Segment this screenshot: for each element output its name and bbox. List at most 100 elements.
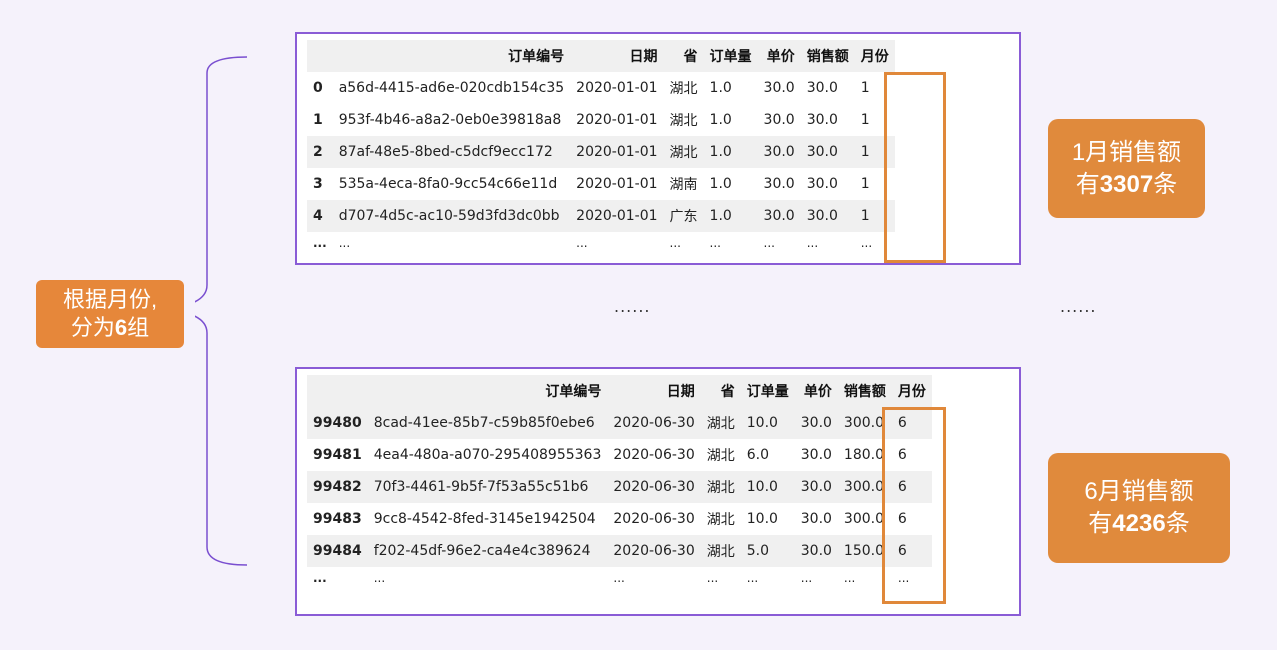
date-cell: 2020-06-30: [607, 503, 701, 535]
price-cell: 30.0: [794, 439, 838, 471]
col-header-month: 月份: [891, 375, 932, 407]
ellipsis-cell: ...: [307, 232, 333, 254]
province-cell: 湖南: [663, 168, 704, 200]
row-index: 4: [307, 200, 333, 232]
col-header-sales: 销售额: [837, 375, 892, 407]
col-header-qty: 订单量: [740, 375, 795, 407]
date-cell: 2020-06-30: [607, 439, 701, 471]
ellipsis-cell: ...: [800, 232, 855, 254]
province-cell: 湖北: [700, 503, 741, 535]
table-row: 99483 9cc8-4542-8fed-3145e1942504 2020-0…: [307, 503, 932, 535]
jun-callout-line2: 有4236条: [1088, 510, 1190, 537]
date-cell: 2020-01-01: [570, 136, 664, 168]
col-header-order-id: 订单编号: [367, 375, 608, 407]
date-cell: 2020-01-01: [570, 72, 664, 104]
qty-cell: 1.0: [703, 136, 758, 168]
row-index: 99482: [307, 471, 368, 503]
jan-callout-line1: 1月销售额: [1071, 138, 1182, 166]
qty-cell: 1.0: [703, 104, 758, 136]
ellipsis-cell: ...: [307, 567, 368, 589]
table-row: 99480 8cad-41ee-85b7-c59b85f0ebe6 2020-0…: [307, 407, 932, 439]
june-dataframe: 订单编号 日期 省 订单量 单价 销售额 月份 99480 8cad-41ee-…: [307, 375, 932, 589]
order-id-cell: 70f3-4461-9b5f-7f53a55c51b6: [367, 471, 608, 503]
sales-column-highlight-bottom: [882, 407, 946, 604]
table-ellipsis-row: ... ... ... ... ... ... ... ...: [307, 567, 932, 589]
table-row: 3 535a-4eca-8fa0-9cc54c66e11d 2020-01-01…: [307, 168, 895, 200]
price-cell: 30.0: [794, 407, 838, 439]
row-index: 99480: [307, 407, 368, 439]
january-count-callout: 1月销售额 有3307条: [1048, 119, 1205, 218]
index-header: [307, 375, 368, 407]
province-cell: 湖北: [700, 407, 741, 439]
price-cell: 30.0: [794, 503, 838, 535]
qty-cell: 1.0: [703, 168, 758, 200]
ellipsis-cell: ...: [332, 232, 571, 254]
qty-cell: 1.0: [703, 200, 758, 232]
ellipsis-cell: ...: [607, 567, 701, 589]
row-index: 0: [307, 72, 333, 104]
order-id-cell: f202-45df-96e2-ca4e4c389624: [367, 535, 608, 567]
col-header-province: 省: [663, 40, 704, 72]
row-index: 99483: [307, 503, 368, 535]
ellipsis-cell: ...: [757, 232, 801, 254]
table-header-row: 订单编号 日期 省 订单量 单价 销售额 月份: [307, 40, 895, 72]
ellipsis-cell: ...: [570, 232, 664, 254]
group-callout-line1: 根据月份,: [62, 287, 158, 312]
date-cell: 2020-06-30: [607, 471, 701, 503]
col-header-price: 单价: [794, 375, 838, 407]
ellipsis-cell: ...: [700, 567, 741, 589]
price-cell: 30.0: [757, 104, 801, 136]
row-index: 99484: [307, 535, 368, 567]
omitted-groups-dots: ......: [614, 297, 651, 316]
qty-cell: 10.0: [740, 471, 795, 503]
order-id-cell: 953f-4b46-a8a2-0eb0e39818a8: [332, 104, 571, 136]
table-row: 99482 70f3-4461-9b5f-7f53a55c51b6 2020-0…: [307, 471, 932, 503]
sales-cell: 30.0: [800, 200, 855, 232]
order-id-cell: 9cc8-4542-8fed-3145e1942504: [367, 503, 608, 535]
table-row: 2 87af-48e5-8bed-c5dcf9ecc172 2020-01-01…: [307, 136, 895, 168]
jan-callout-line2: 有3307条: [1075, 170, 1178, 198]
price-cell: 30.0: [757, 168, 801, 200]
price-cell: 30.0: [794, 535, 838, 567]
date-cell: 2020-01-01: [570, 200, 664, 232]
order-id-cell: 535a-4eca-8fa0-9cc54c66e11d: [332, 168, 571, 200]
row-index: 1: [307, 104, 333, 136]
ellipsis-cell: ...: [740, 567, 795, 589]
sales-cell: 30.0: [800, 136, 855, 168]
province-cell: 湖北: [700, 471, 741, 503]
date-cell: 2020-06-30: [607, 535, 701, 567]
province-cell: 湖北: [663, 104, 704, 136]
price-cell: 30.0: [757, 200, 801, 232]
col-header-qty: 订单量: [703, 40, 758, 72]
row-index: 3: [307, 168, 333, 200]
sales-column-highlight-top: [884, 72, 946, 263]
order-id-cell: 87af-48e5-8bed-c5dcf9ecc172: [332, 136, 571, 168]
ellipsis-cell: ...: [367, 567, 608, 589]
group-count-callout: 根据月份, 分为6组: [36, 280, 184, 348]
jun-callout-line1: 6月销售额: [1084, 478, 1194, 505]
order-id-cell: 8cad-41ee-85b7-c59b85f0ebe6: [367, 407, 608, 439]
province-cell: 湖北: [700, 535, 741, 567]
price-cell: 30.0: [757, 136, 801, 168]
col-header-date: 日期: [570, 40, 664, 72]
order-id-cell: d707-4d5c-ac10-59d3fd3dc0bb: [332, 200, 571, 232]
june-count-callout: 6月销售额 有4236条: [1048, 453, 1230, 563]
province-cell: 湖北: [700, 439, 741, 471]
omitted-callouts-dots: ......: [1060, 297, 1097, 316]
order-id-cell: 4ea4-480a-a070-295408955363: [367, 439, 608, 471]
table-row: 0 a56d-4415-ad6e-020cdb154c35 2020-01-01…: [307, 72, 895, 104]
sales-cell: 30.0: [800, 168, 855, 200]
group-callout-line2: 分为6组: [70, 315, 150, 340]
table-ellipsis-row: ... ... ... ... ... ... ... ...: [307, 232, 895, 254]
sales-cell: 30.0: [800, 104, 855, 136]
ellipsis-cell: ...: [663, 232, 704, 254]
col-header-date: 日期: [607, 375, 701, 407]
col-header-order-id: 订单编号: [332, 40, 571, 72]
province-cell: 广东: [663, 200, 704, 232]
table-row: 99484 f202-45df-96e2-ca4e4c389624 2020-0…: [307, 535, 932, 567]
qty-cell: 6.0: [740, 439, 795, 471]
index-header: [307, 40, 333, 72]
table-row: 4 d707-4d5c-ac10-59d3fd3dc0bb 2020-01-01…: [307, 200, 895, 232]
col-header-month: 月份: [854, 40, 895, 72]
province-cell: 湖北: [663, 136, 704, 168]
